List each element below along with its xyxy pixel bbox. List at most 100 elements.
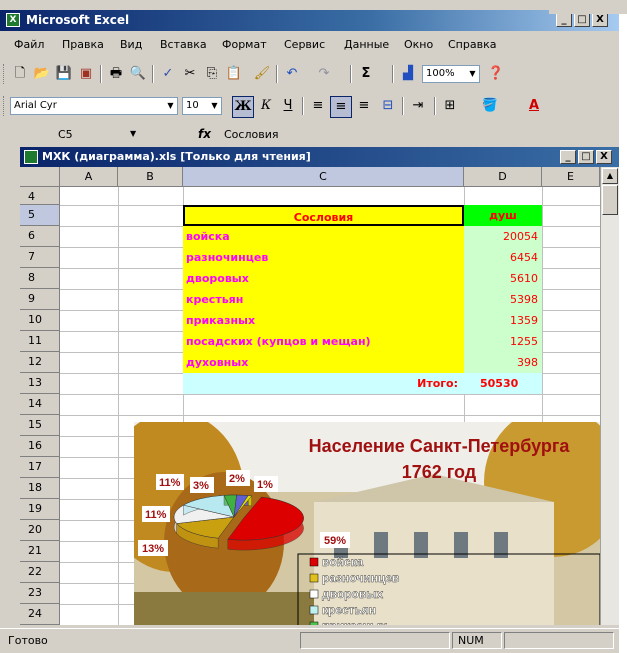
new-document-icon[interactable]: 🗋: [10, 64, 30, 84]
workbook-maximize-button[interactable]: □: [578, 150, 594, 164]
table-row-value[interactable]: 5610: [464, 268, 542, 289]
copy-icon[interactable]: ⎘: [202, 64, 222, 84]
open-folder-icon[interactable]: 📂: [32, 64, 52, 84]
total-value[interactable]: 50530: [464, 373, 542, 394]
vertical-scrollbar[interactable]: ▲: [600, 167, 619, 625]
table-row-value[interactable]: 1359: [464, 310, 542, 331]
chevron-down-icon[interactable]: ▼: [466, 66, 479, 82]
toolbar-grip[interactable]: [3, 96, 7, 116]
bold-icon[interactable]: Ж: [232, 96, 254, 118]
row-header[interactable]: 17: [20, 457, 60, 478]
workbook-minimize-button[interactable]: _: [560, 150, 576, 164]
menu-window[interactable]: Окно: [404, 38, 433, 51]
fill-color-icon[interactable]: 🪣: [480, 96, 500, 116]
toolbar-grip[interactable]: [3, 64, 7, 84]
print-icon[interactable]: 🖶: [106, 64, 126, 84]
table-row-label[interactable]: духовных: [183, 352, 464, 373]
align-right-icon[interactable]: ≡: [354, 96, 374, 116]
row-header[interactable]: 11: [20, 331, 60, 352]
formula-input[interactable]: Сословия: [224, 128, 278, 141]
row-header[interactable]: 12: [20, 352, 60, 373]
spreadsheet-grid[interactable]: A B C D E 4 5 6 7 8 9 10 11 12 13 14 15 …: [20, 167, 600, 625]
row-header[interactable]: 23: [20, 583, 60, 604]
cell-c5-header[interactable]: Сословия: [183, 205, 464, 226]
row-header[interactable]: 21: [20, 541, 60, 562]
table-row-value[interactable]: 5398: [464, 289, 542, 310]
spelling-icon[interactable]: ✓: [158, 64, 178, 84]
merge-center-icon[interactable]: ⊟: [378, 96, 398, 116]
menu-tools[interactable]: Сервис: [284, 38, 325, 51]
underline-icon[interactable]: Ч: [278, 96, 298, 116]
table-row-value[interactable]: 6454: [464, 247, 542, 268]
menu-format[interactable]: Формат: [222, 38, 267, 51]
maximize-button[interactable]: □: [574, 13, 590, 27]
chevron-down-icon[interactable]: ▼: [208, 98, 221, 114]
function-icon[interactable]: fx: [198, 127, 211, 141]
menu-help[interactable]: Справка: [448, 38, 496, 51]
permission-icon[interactable]: ▣: [76, 64, 96, 84]
minimize-button[interactable]: _: [556, 13, 572, 27]
table-row-label[interactable]: войска: [183, 226, 464, 247]
help-icon[interactable]: ❓: [486, 64, 506, 84]
cell-d5-header[interactable]: душ: [464, 205, 542, 226]
row-header[interactable]: 8: [20, 268, 60, 289]
row-header[interactable]: 18: [20, 478, 60, 499]
row-header[interactable]: 5: [20, 205, 60, 226]
row-header[interactable]: 13: [20, 373, 60, 394]
save-icon[interactable]: 💾: [54, 64, 74, 84]
table-row-value[interactable]: 1255: [464, 331, 542, 352]
menu-insert[interactable]: Вставка: [160, 38, 207, 51]
redo-icon[interactable]: ↷: [314, 64, 334, 84]
row-header[interactable]: 19: [20, 499, 60, 520]
print-preview-icon[interactable]: 🔍: [128, 64, 148, 84]
menu-file[interactable]: Файл: [14, 38, 44, 51]
close-button[interactable]: X: [592, 13, 608, 27]
column-header-d[interactable]: D: [464, 167, 542, 187]
select-all-corner[interactable]: [20, 167, 60, 187]
scroll-up-icon[interactable]: ▲: [602, 168, 618, 184]
row-header[interactable]: 24: [20, 604, 60, 625]
menu-view[interactable]: Вид: [120, 38, 142, 51]
row-header[interactable]: 20: [20, 520, 60, 541]
workbook-close-button[interactable]: X: [596, 150, 612, 164]
row-header[interactable]: 6: [20, 226, 60, 247]
table-row-value[interactable]: 20054: [464, 226, 542, 247]
table-row-label[interactable]: посадских (купцов и мещан): [183, 331, 464, 352]
row-header[interactable]: 16: [20, 436, 60, 457]
column-header-a[interactable]: A: [60, 167, 118, 187]
format-painter-icon[interactable]: 🖌: [252, 64, 272, 84]
column-header-b[interactable]: B: [118, 167, 183, 187]
table-row-label[interactable]: приказных: [183, 310, 464, 331]
scroll-thumb[interactable]: [602, 185, 618, 215]
font-size-combo[interactable]: 10 ▼: [182, 97, 222, 115]
font-name-combo[interactable]: Arial Cyr ▼: [10, 97, 178, 115]
row-header[interactable]: 14: [20, 394, 60, 415]
column-header-c[interactable]: C: [183, 167, 464, 187]
row-header[interactable]: 4: [20, 187, 60, 205]
paste-icon[interactable]: 📋: [224, 64, 244, 84]
font-color-icon[interactable]: A: [524, 96, 544, 116]
chart-wizard-icon[interactable]: ▟: [398, 64, 418, 84]
total-label[interactable]: Итого:: [183, 373, 464, 394]
zoom-combo[interactable]: 100% ▼: [422, 65, 480, 83]
row-header[interactable]: 9: [20, 289, 60, 310]
autosum-icon[interactable]: Σ: [356, 64, 376, 84]
chevron-down-icon[interactable]: ▼: [164, 98, 177, 114]
undo-icon[interactable]: ↶: [282, 64, 302, 84]
column-header-e[interactable]: E: [542, 167, 600, 187]
indent-icon[interactable]: ⇥: [408, 96, 428, 116]
row-header[interactable]: 7: [20, 247, 60, 268]
table-row-label[interactable]: разночинцев: [183, 247, 464, 268]
menu-data[interactable]: Данные: [344, 38, 389, 51]
align-left-icon[interactable]: ≡: [308, 96, 328, 116]
row-header[interactable]: 10: [20, 310, 60, 331]
table-row-label[interactable]: крестьян: [183, 289, 464, 310]
name-box[interactable]: C5: [10, 126, 145, 144]
table-row-label[interactable]: дворовых: [183, 268, 464, 289]
row-header[interactable]: 22: [20, 562, 60, 583]
embedded-pie-chart[interactable]: Население Санкт-Петербурга 1762 год 59% …: [134, 422, 600, 625]
cut-icon[interactable]: ✂: [180, 64, 200, 84]
menu-edit[interactable]: Правка: [62, 38, 104, 51]
italic-icon[interactable]: К: [256, 96, 276, 116]
borders-icon[interactable]: ⊞: [440, 96, 460, 116]
